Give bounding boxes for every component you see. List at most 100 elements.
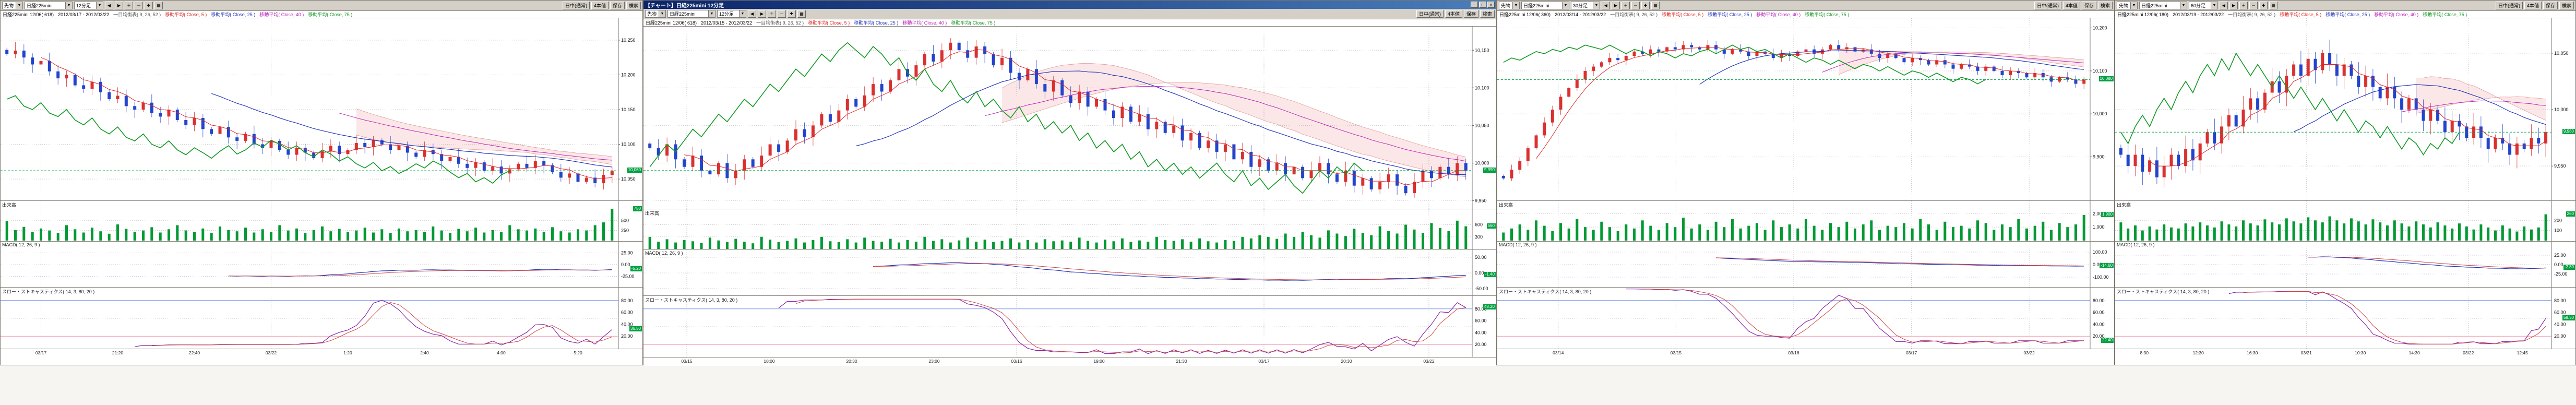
volume-pane-canvas[interactable]: 500250 <box>1 201 642 242</box>
toolbar-button-1[interactable]: 4本値 <box>1445 10 1462 18</box>
time-axis-label: 03/15 <box>675 359 698 364</box>
time-axis-label: 21:20 <box>106 350 129 355</box>
stochastic-pane-canvas[interactable]: 80.0060.0040.0020.00 <box>643 296 1496 358</box>
time-axis-label: 4:00 <box>490 350 513 355</box>
stochastic-pane-canvas[interactable]: 80.0060.0040.0020.00 <box>1497 288 2114 349</box>
axis-tick-label: 20.00 <box>621 333 633 339</box>
combo-interval[interactable]: 60分足▼ <box>2189 2 2218 9</box>
axis-tick-label: 60.00 <box>1475 318 1487 324</box>
scroll-left-icon[interactable]: ◀ <box>1602 2 1610 9</box>
macd-pane-canvas[interactable]: 50.000.00-50.00 <box>643 250 1496 296</box>
zoom-out-icon[interactable]: － <box>2249 2 2258 9</box>
main-chart-pane-canvas[interactable]: 10,05010,0009,950 <box>2115 18 2575 201</box>
scroll-right-icon[interactable]: ▶ <box>115 2 123 9</box>
volume-pane-canvas[interactable]: 200100 <box>2115 201 2575 242</box>
time-axis-label: 5:20 <box>567 350 590 355</box>
volume-pane-canvas[interactable]: 2,0001,000 <box>1497 201 2114 242</box>
scroll-right-icon[interactable]: ▶ <box>1612 2 1620 9</box>
time-axis: 03/1403/1503/1603/1703/22 <box>1497 349 2114 358</box>
toolbar-button-2[interactable]: 保存 <box>2082 2 2096 9</box>
toolbar-button-3[interactable]: 検索 <box>626 2 641 9</box>
grid-icon[interactable]: ▦ <box>797 10 806 18</box>
toolbar-button-2[interactable]: 保存 <box>1464 10 1478 18</box>
axis-tick-label: 25.00 <box>2554 253 2566 258</box>
zoom-in-icon[interactable]: ＋ <box>2239 2 2248 9</box>
main-chart-pane-canvas[interactable]: 10,20010,10010,0009,900 <box>1497 18 2114 201</box>
crosshair-icon[interactable]: ✚ <box>1641 2 1650 9</box>
combo-symbol[interactable]: 日経225mini▼ <box>2139 2 2187 9</box>
combo-symbol[interactable]: 日経225mini▼ <box>25 2 73 9</box>
zoom-in-icon[interactable]: ＋ <box>768 10 776 18</box>
stochastic-pane-canvas[interactable]: 80.0060.0040.0020.00 <box>2115 288 2575 349</box>
date-range-label: 2012/03/17 - 2012/03/22 <box>58 12 109 17</box>
axis-tick-label: 10,000 <box>2554 107 2569 112</box>
toolbar-button-1[interactable]: 4本値 <box>2524 2 2542 9</box>
toolbar-button-0[interactable]: 日中(通常) <box>2496 2 2523 9</box>
toolbar-button-2[interactable]: 保存 <box>2543 2 2558 9</box>
combo-market[interactable]: 先物▼ <box>645 10 666 18</box>
last-value-badge: -5.20 <box>630 266 642 271</box>
combo-interval[interactable]: 12分足▼ <box>717 10 746 18</box>
grid-icon[interactable]: ▦ <box>2269 2 2277 9</box>
time-axis-label: 03/22 <box>2457 350 2480 355</box>
time-axis-label: 21:30 <box>1170 359 1193 364</box>
stochastic-pane-canvas[interactable]: 80.0060.0040.0020.00 <box>1 288 642 349</box>
crosshair-icon[interactable]: ✚ <box>145 2 153 9</box>
macd-pane-canvas[interactable]: 100.000.00-100.00 <box>1497 242 2114 288</box>
grid-icon[interactable]: ▦ <box>154 2 163 9</box>
toolbar-button-3[interactable]: 検索 <box>2559 2 2574 9</box>
combo-value: 60分足 <box>2191 2 2205 9</box>
toolbar-button-1[interactable]: 4本値 <box>591 2 609 9</box>
scroll-right-icon[interactable]: ▶ <box>758 10 766 18</box>
combo-value: 日経225mini <box>670 10 696 17</box>
main-chart-pane-canvas[interactable]: 10,25010,20010,15010,10010,050 <box>1 18 642 201</box>
zoom-out-icon[interactable]: － <box>135 2 143 9</box>
toolbar-button-2[interactable]: 保存 <box>610 2 625 9</box>
last-value-badge: 780 <box>633 206 642 211</box>
combo-market[interactable]: 先物▼ <box>1499 2 1520 9</box>
macd-pane-canvas[interactable]: 25.000.00-25.00 <box>2115 242 2575 288</box>
macd-pane-canvas[interactable]: 25.000.00-25.00 <box>1 242 642 288</box>
time-axis-label: 8:30 <box>2133 350 2156 355</box>
axis-tick-label: 10,050 <box>2554 51 2569 56</box>
time-axis: 03/1518:0020:3023:0003/1619:0021:3003/17… <box>643 357 1496 366</box>
combo-market[interactable]: 先物▼ <box>2 2 23 9</box>
scroll-left-icon[interactable]: ◀ <box>2220 2 2228 9</box>
toolbar-button-3[interactable]: 検索 <box>1480 10 1495 18</box>
axis-tick-label: 300 <box>1475 234 1483 240</box>
toolbar-button-0[interactable]: 日中(通常) <box>563 2 590 9</box>
minimize-button[interactable]: − <box>1471 2 1478 8</box>
zoom-in-icon[interactable]: ＋ <box>1621 2 1630 9</box>
zoom-out-icon[interactable]: － <box>778 10 786 18</box>
close-button[interactable]: × <box>1487 2 1495 8</box>
toolbar-button-0[interactable]: 日中(通常) <box>2034 2 2061 9</box>
toolbar-button-0[interactable]: 日中(通常) <box>1416 10 1444 18</box>
volume-pane-canvas[interactable]: 600300 <box>643 209 1496 250</box>
combo-interval[interactable]: 12分足▼ <box>74 2 103 9</box>
axis-tick-label: 0.00 <box>2554 262 2563 267</box>
combo-market[interactable]: 先物▼ <box>2117 2 2138 9</box>
axis-tick-label: 10,150 <box>1475 47 1489 53</box>
last-value-badge: 22.40 <box>2101 338 2114 343</box>
combo-symbol[interactable]: 日経225mini▼ <box>1521 2 1569 9</box>
maximize-button[interactable]: □ <box>1479 2 1486 8</box>
combo-interval[interactable]: 30分足▼ <box>1571 2 1600 9</box>
scroll-left-icon[interactable]: ◀ <box>105 2 113 9</box>
axis-tick-label: 20.00 <box>2554 333 2566 339</box>
zoom-in-icon[interactable]: ＋ <box>125 2 133 9</box>
crosshair-icon[interactable]: ✚ <box>2259 2 2268 9</box>
toolbar-button-1[interactable]: 4本値 <box>2063 2 2080 9</box>
last-value-badge: 560 <box>1487 223 1496 229</box>
toolbar-button-3[interactable]: 検索 <box>2098 2 2113 9</box>
main-chart-pane-canvas[interactable]: 10,15010,10010,05010,0009,950 <box>643 27 1496 209</box>
grid-icon[interactable]: ▦ <box>1651 2 1660 9</box>
zoom-out-icon[interactable]: － <box>1631 2 1640 9</box>
scroll-left-icon[interactable]: ◀ <box>748 10 756 18</box>
combo-symbol[interactable]: 日経225mini▼ <box>667 10 715 18</box>
crosshair-icon[interactable]: ✚ <box>788 10 796 18</box>
window-titlebar[interactable]: 【チャート】日経225mini 12分足 − □ × <box>643 1 1496 9</box>
axis-tick-label: -50.00 <box>1475 286 1488 291</box>
scroll-right-icon[interactable]: ▶ <box>2229 2 2238 9</box>
last-value-badge: 10,080 <box>2099 76 2114 81</box>
combo-value: 12分足 <box>76 2 91 9</box>
